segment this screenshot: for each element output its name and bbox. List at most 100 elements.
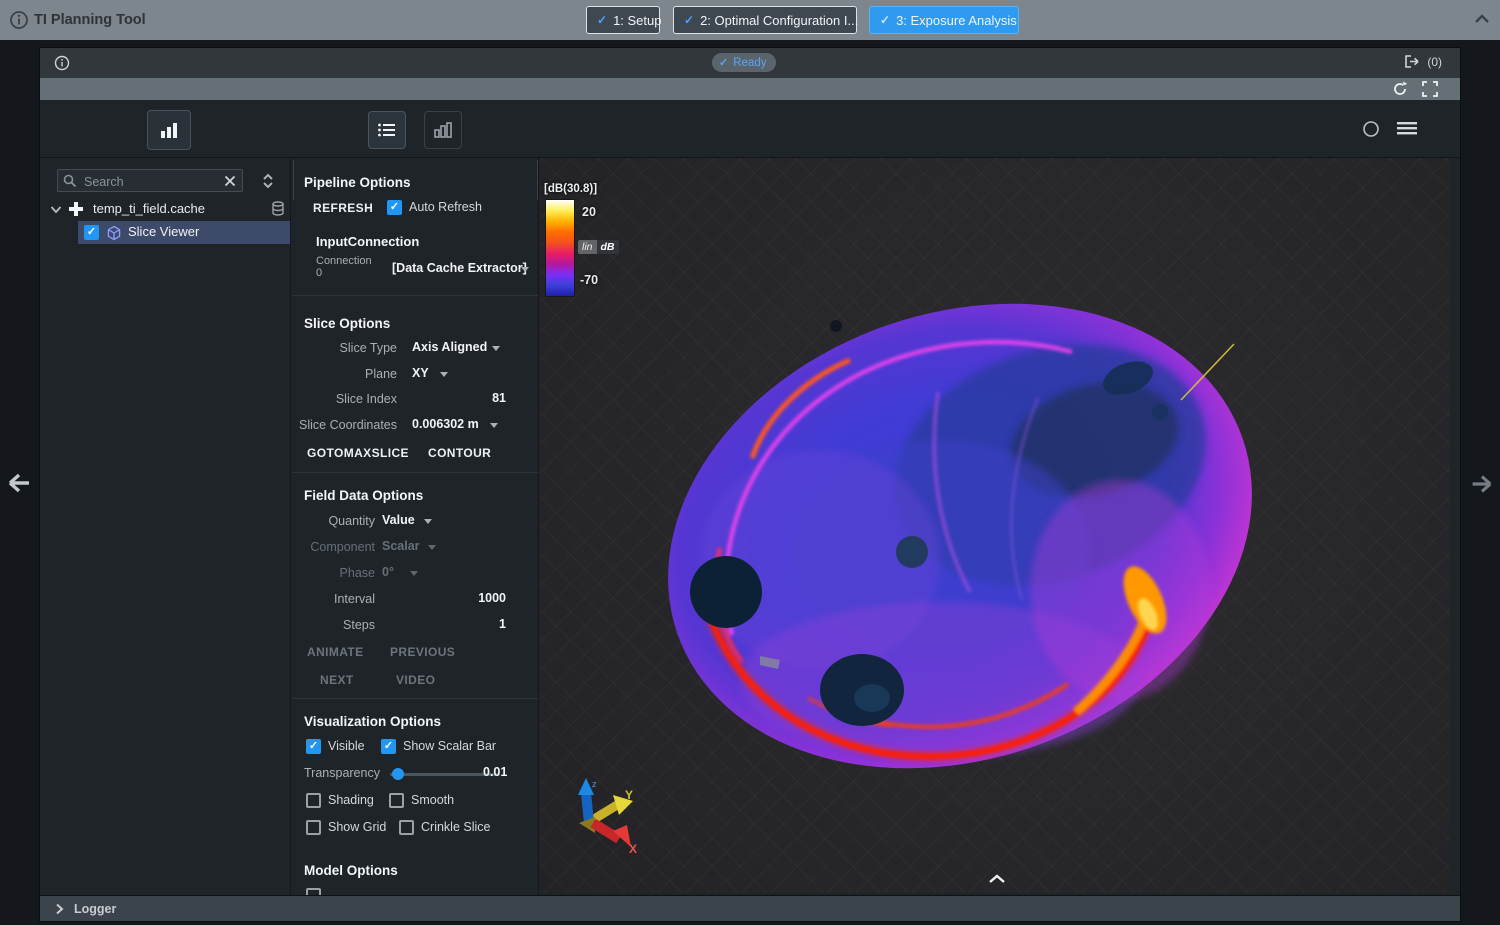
colorbar-title: [dB(30.8)]: [544, 183, 597, 195]
slice-index-label: Slice Index: [304, 392, 397, 406]
app-title: TI Planning Tool: [34, 12, 146, 28]
next-arrow[interactable]: [1467, 470, 1495, 498]
app-root: TI Planning Tool ✓ 1: Setup ✓ 2: Optimal…: [0, 0, 1500, 925]
search-box: [57, 169, 243, 192]
axis-triad: z Y X: [565, 775, 649, 859]
colorbar: [546, 200, 574, 296]
logger-bar[interactable]: Logger: [40, 895, 1460, 921]
export-icon: [1404, 54, 1421, 69]
axis-z-label: z: [592, 779, 597, 789]
record-circle-icon[interactable]: [1362, 120, 1380, 138]
quantity-select[interactable]: Value: [382, 513, 415, 527]
tree-item-slice-viewer[interactable]: ✓ Slice Viewer: [78, 221, 290, 244]
list-view-button[interactable]: [368, 111, 406, 149]
connection-select[interactable]: [Data Cache Extractor]: [392, 261, 527, 275]
chevron-right-icon: [55, 903, 64, 915]
section-field-data-options: Field Data Options: [304, 488, 423, 503]
bar-chart-icon: [159, 121, 179, 139]
quantity-label: Quantity: [304, 514, 375, 528]
panel-substrip: [40, 78, 1460, 100]
cube-icon: [106, 225, 122, 241]
step-label: 1: Setup: [613, 13, 661, 28]
db-option[interactable]: dB: [597, 240, 619, 254]
collapse-all-icon[interactable]: [261, 173, 275, 189]
chart-view-button[interactable]: [147, 110, 191, 150]
animate-button: ANIMATE: [307, 645, 364, 659]
step-label: 2: Optimal Configuration I...: [700, 13, 858, 28]
collapse-topbar-icon[interactable]: [1473, 13, 1491, 25]
slice-coordinates-label: Slice Coordinates: [298, 418, 397, 432]
viewport-3d[interactable]: [dB(30.8)] 20 -70 lin dB: [540, 158, 1450, 893]
show-grid-label: Show Grid: [328, 820, 386, 834]
axis-x-label: X: [629, 842, 637, 856]
prev-arrow[interactable]: [5, 468, 35, 498]
crinkle-slice-label: Crinkle Slice: [421, 820, 490, 834]
fullscreen-icon[interactable]: [1422, 81, 1438, 97]
caret-icon[interactable]: [424, 519, 432, 524]
transparency-slider-handle[interactable]: [392, 768, 404, 780]
component-label: Component: [304, 540, 375, 554]
show-grid-checkbox[interactable]: ✓: [306, 820, 321, 835]
caret-icon[interactable]: [492, 346, 500, 351]
show-scalar-bar-checkbox[interactable]: ✓: [381, 739, 396, 754]
refresh-button[interactable]: REFRESH: [313, 201, 373, 215]
auto-refresh-label: Auto Refresh: [409, 200, 482, 214]
plus-node-icon: [67, 200, 85, 218]
slice-type-select[interactable]: Axis Aligned: [412, 340, 487, 354]
plane-label: Plane: [304, 367, 397, 381]
caret-icon[interactable]: [440, 372, 448, 377]
check-icon: ✓: [719, 56, 728, 69]
tree-root-label: temp_ti_field.cache: [93, 201, 205, 216]
video-button: VIDEO: [396, 673, 435, 687]
app-info-icon[interactable]: [8, 9, 30, 31]
auto-refresh-checkbox[interactable]: ✓: [387, 200, 402, 215]
bar-chart-outline-icon: [433, 121, 453, 139]
caret-icon: [410, 571, 418, 576]
plane-select[interactable]: XY: [412, 366, 429, 380]
component-select: Scalar: [382, 539, 420, 553]
step-button-setup[interactable]: ✓ 1: Setup: [586, 6, 660, 34]
step-button-exposure-analysis[interactable]: ✓ 3: Exposure Analysis: [869, 6, 1019, 34]
menu-icon[interactable]: [1396, 121, 1418, 137]
step-button-optimal-configuration[interactable]: ✓ 2: Optimal Configuration I...: [673, 6, 857, 34]
database-icon[interactable]: [271, 201, 285, 217]
search-input[interactable]: [82, 171, 216, 192]
slice-coordinates-select[interactable]: 0.006302 m: [412, 417, 479, 431]
crinkle-slice-checkbox[interactable]: ✓: [399, 820, 414, 835]
slice-viewer-checkbox[interactable]: ✓: [84, 225, 99, 240]
slice-index-input[interactable]: 81: [470, 391, 506, 405]
colorbar-min: -70: [580, 273, 598, 287]
main-panel: ✓ Ready (0): [40, 48, 1460, 921]
contour-button[interactable]: CONTOUR: [428, 446, 491, 460]
visible-checkbox[interactable]: ✓: [306, 739, 321, 754]
panel-header: ✓ Ready (0): [40, 48, 1460, 78]
phase-label: Phase: [304, 566, 375, 580]
ready-label: Ready: [733, 57, 766, 69]
chevron-down-icon[interactable]: [50, 205, 62, 214]
goto-max-slice-button[interactable]: GOTOMAXSLICE: [307, 446, 409, 460]
caret-icon[interactable]: [490, 423, 498, 428]
check-icon: ✓: [597, 13, 607, 27]
connection-index: 0: [316, 267, 322, 279]
smooth-checkbox[interactable]: ✓: [389, 793, 404, 808]
clear-search-icon[interactable]: [224, 175, 236, 187]
section-slice-options: Slice Options: [304, 316, 390, 331]
info-icon[interactable]: [54, 55, 70, 71]
status-badge-ready: ✓ Ready: [712, 53, 776, 72]
tree-child-label: Slice Viewer: [128, 224, 199, 239]
caret-icon[interactable]: [521, 267, 529, 272]
lin-option[interactable]: lin: [578, 240, 597, 254]
caret-icon: [428, 545, 436, 550]
slice-type-label: Slice Type: [304, 341, 397, 355]
steps-input[interactable]: 1: [460, 617, 506, 631]
colorbar-max: 20: [582, 205, 596, 219]
shading-checkbox[interactable]: ✓: [306, 793, 321, 808]
lin-db-toggle[interactable]: lin dB: [578, 240, 619, 254]
export-counter[interactable]: (0): [1404, 54, 1442, 69]
stats-view-button[interactable]: [424, 111, 462, 149]
expand-bottom-panel-icon[interactable]: [988, 874, 1006, 884]
interval-input[interactable]: 1000: [460, 591, 506, 605]
top-app-bar: TI Planning Tool ✓ 1: Setup ✓ 2: Optimal…: [0, 0, 1500, 40]
refresh-view-icon[interactable]: [1392, 81, 1408, 97]
smooth-label: Smooth: [411, 793, 454, 807]
